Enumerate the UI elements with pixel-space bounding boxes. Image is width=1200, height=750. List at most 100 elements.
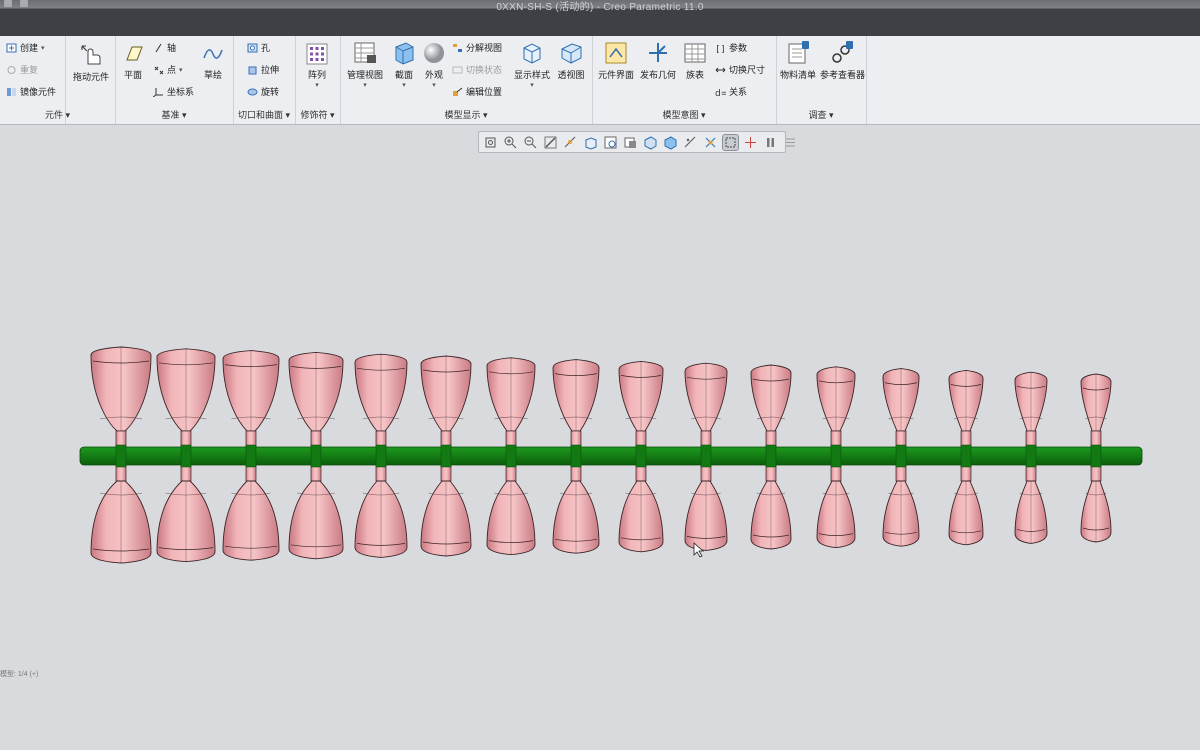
plane-button[interactable]: 平面 xyxy=(119,42,147,81)
runner-gate-stub xyxy=(310,444,322,468)
group-modifiers: 阵列 ▾ 修饰符 ▾ xyxy=(295,36,341,124)
group-model-display: 管理视图 ▾ 截面 ▾ 外观 ▾ 分解视图 切换状态 编辑位置 显示样式 ▾ 透… xyxy=(340,36,593,124)
runner-gate-stub xyxy=(505,444,517,468)
gate-upper xyxy=(1025,430,1037,448)
pattern-button[interactable]: 阵列 ▾ xyxy=(301,42,333,89)
gate-upper xyxy=(245,430,257,448)
gate-lower xyxy=(960,464,972,482)
parameters-button[interactable]: [] 参数 xyxy=(715,41,747,55)
create-icon xyxy=(6,43,17,53)
graphics-area[interactable] xyxy=(0,125,1200,750)
runner-bar[interactable] xyxy=(79,446,1143,466)
perspective-button[interactable]: 透视图 xyxy=(554,40,588,81)
window-title: 0XXN-SH-S (活动的) - Creo Parametric 11.0 xyxy=(496,2,704,13)
explode-view-icon xyxy=(452,43,463,53)
group-label-investigate: 调查 ▾ xyxy=(808,110,834,120)
group-label-datum: 基准 ▾ xyxy=(161,110,187,120)
family-table-button[interactable]: 族表 xyxy=(680,40,710,81)
gate-lower xyxy=(1090,464,1102,482)
create-button[interactable]: 创建 ▾ xyxy=(6,41,45,54)
gate-upper xyxy=(310,430,322,448)
section-icon xyxy=(395,42,414,65)
extrude-button[interactable]: 拉伸 xyxy=(247,63,279,76)
bill-of-materials-button[interactable]: 物料清单 xyxy=(778,40,818,81)
gate-lower xyxy=(700,464,712,482)
gate-upper xyxy=(375,430,387,448)
switch-dimensions-button[interactable]: 切换尺寸 xyxy=(715,63,765,76)
gate-upper xyxy=(830,430,842,448)
section-button[interactable]: 截面 ▾ xyxy=(390,40,418,89)
gate-lower xyxy=(635,464,647,482)
component-interface-button[interactable]: 元件界面 xyxy=(596,40,636,81)
sketch-icon xyxy=(203,49,223,59)
gate-lower xyxy=(115,464,127,482)
gate-upper xyxy=(180,430,192,448)
publish-geometry-icon xyxy=(649,43,667,62)
mirror-icon xyxy=(6,87,17,97)
status-text: 模型: 1/4 (+) xyxy=(0,671,39,678)
toggle-status-icon xyxy=(452,65,463,75)
edit-position-button[interactable]: 编辑位置 xyxy=(452,85,502,98)
gate-upper xyxy=(505,430,517,448)
gate-lower xyxy=(440,464,452,482)
hole-button[interactable]: 孔 xyxy=(247,41,270,54)
gate-lower xyxy=(245,464,257,482)
pattern-icon xyxy=(306,43,328,65)
revolve-button[interactable]: 旋转 xyxy=(247,85,279,98)
gate-lower xyxy=(570,464,582,482)
explode-view-button[interactable]: 分解视图 xyxy=(452,41,502,54)
hole-icon xyxy=(247,43,258,53)
runner-gate-stub xyxy=(1025,444,1037,468)
svg-text:d=: d= xyxy=(715,89,726,97)
runner-gate-stub xyxy=(375,444,387,468)
group-datum: 平面 轴 点 ▾ 坐标系 草绘 基准 ▾ xyxy=(115,36,234,124)
reference-viewer-button[interactable]: 参考查看器 xyxy=(820,40,865,81)
family-table-icon xyxy=(684,43,706,63)
group-label-model-intent: 模型意图 ▾ xyxy=(662,110,706,120)
appearance-button[interactable]: 外观 ▾ xyxy=(420,40,448,89)
extrude-icon xyxy=(247,65,258,75)
axis-icon xyxy=(153,43,164,53)
mirror-component-button[interactable]: 镜像元件 xyxy=(6,85,56,98)
sketch-button[interactable]: 草绘 xyxy=(199,42,227,81)
group-component-drag: 拖动元件 xyxy=(65,36,116,124)
appearance-sphere-icon xyxy=(424,43,444,63)
manage-views-button[interactable]: 管理视图 ▾ xyxy=(344,40,386,89)
gate-lower xyxy=(895,464,907,482)
gate-upper xyxy=(765,430,777,448)
display-style-cube-icon xyxy=(523,43,541,64)
coordinate-system-button[interactable]: 坐标系 xyxy=(152,85,194,98)
point-button[interactable]: 点 ▾ xyxy=(153,63,183,76)
manage-views-icon xyxy=(354,42,376,63)
group-investigate: 物料清单 参考查看器 调查 ▾ xyxy=(776,36,867,124)
coordinate-system-icon xyxy=(152,87,164,97)
group-label-modifiers: 修饰符 ▾ xyxy=(300,110,335,120)
runner-gate-stub xyxy=(635,444,647,468)
reference-viewer-icon xyxy=(832,41,853,63)
drag-component-button[interactable]: 拖动元件 xyxy=(70,42,112,83)
axis-button[interactable]: 轴 xyxy=(153,41,176,54)
gate-upper xyxy=(570,430,582,448)
relations-icon: d= xyxy=(715,87,728,99)
relations-button[interactable]: d= 关系 xyxy=(715,85,747,99)
gate-upper xyxy=(440,430,452,448)
group-label-cut: 切口和曲面 ▾ xyxy=(237,110,291,120)
title-bar: 0XXN-SH-S (活动的) - Creo Parametric 11.0 xyxy=(0,0,1200,36)
runner-gate-stub xyxy=(895,444,907,468)
display-style-button[interactable]: 显示样式 ▾ xyxy=(512,40,552,89)
revolve-icon xyxy=(247,87,258,97)
ribbon: 创建 ▾ 重复 镜像元件 元件 ▾ 拖动元件 平面 轴 点 ▾ 坐标系 草绘 基… xyxy=(0,36,1200,125)
plane-icon xyxy=(126,46,143,61)
switch-dimensions-icon xyxy=(715,65,726,75)
group-model-intent: 元件界面 发布几何 族表 [] 参数 切换尺寸 d= 关系 模型意图 ▾ xyxy=(592,36,777,124)
toggle-status-button[interactable]: 切换状态 xyxy=(452,63,502,76)
group-cut-surface: 孔 拉伸 旋转 切口和曲面 ▾ xyxy=(233,36,296,124)
runner-gate-stub xyxy=(700,444,712,468)
runner-gate-stub xyxy=(765,444,777,468)
gate-upper xyxy=(115,430,127,448)
runner-gate-stub xyxy=(570,444,582,468)
repeat-button[interactable]: 重复 xyxy=(6,63,38,76)
publish-geometry-button[interactable]: 发布几何 xyxy=(638,40,678,81)
gate-lower xyxy=(1025,464,1037,482)
runner-gate-stub xyxy=(830,444,842,468)
